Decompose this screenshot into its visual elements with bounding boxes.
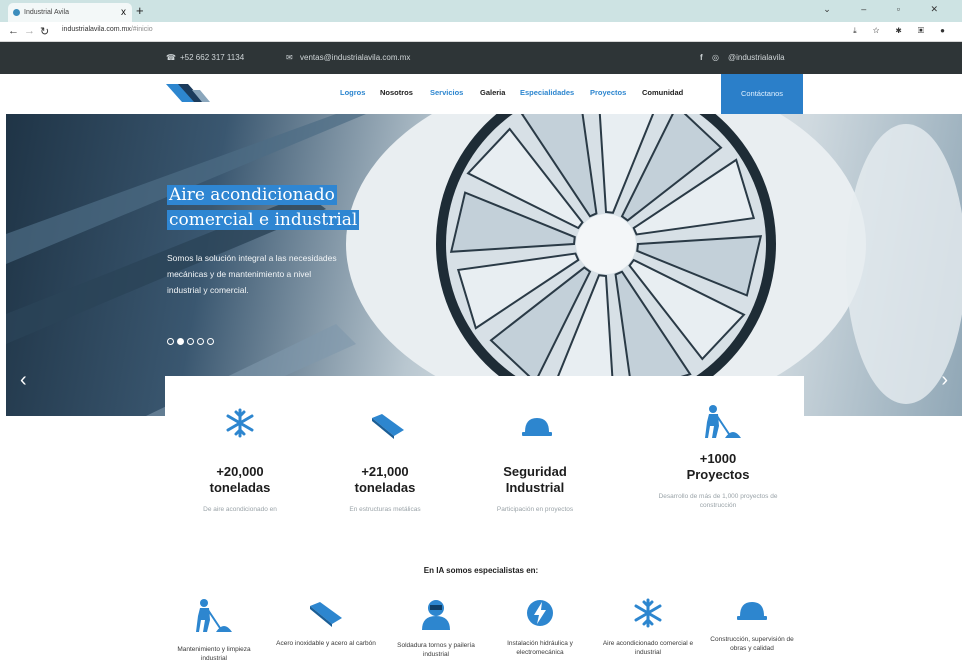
specialty-label: Aire acondicionado comercial e industria… xyxy=(602,640,694,656)
hero-title-line1: Aire acondicionado xyxy=(167,185,337,205)
stat-description: Desarrollo de más de 1,000 proyectos de … xyxy=(658,493,778,509)
reload-icon[interactable]: ↻ xyxy=(40,25,49,38)
specialty-item[interactable]: Construcción, supervisión de obras y cal… xyxy=(702,598,802,653)
fan-illustration xyxy=(6,114,962,416)
url-host: industrialavila.com.mx xyxy=(62,26,131,33)
tab-title: Industrial Avila xyxy=(24,9,70,16)
nav-comunidad[interactable]: Comunidad xyxy=(642,88,683,97)
phone-icon: ☎ xyxy=(166,53,176,62)
nav-nosotros[interactable]: Nosotros xyxy=(380,88,413,97)
contact-topbar: ☎ +52 662 317 1134 ✉ ventas@industrialav… xyxy=(0,42,962,74)
hero-title-line2: comercial e industrial xyxy=(167,210,360,230)
stat-unit: Industrial xyxy=(505,480,565,495)
specialty-label: Instalación hidráulica y electromecánica xyxy=(507,640,573,656)
specialty-item[interactable]: Acero inoxidable y acero al carbón xyxy=(276,598,376,648)
hard-hat-icon xyxy=(702,598,802,629)
url-path: /#inicio xyxy=(130,26,153,33)
nav-logros[interactable]: Logros xyxy=(340,88,365,97)
stat-item: Seguridad Industrial Participación en proy… xyxy=(460,464,610,514)
stat-description: Participación en proyectos xyxy=(496,506,574,513)
stat-item: +20,000 toneladas De aire acondicionado en xyxy=(165,464,315,514)
hero-slider: ‹ › xyxy=(6,114,962,416)
slider-dot[interactable] xyxy=(187,338,194,345)
slider-dot[interactable] xyxy=(167,338,174,345)
hero-title: Aire acondicionado comercial e industria… xyxy=(167,183,360,233)
steel-beam-icon xyxy=(276,598,376,633)
stat-description: En estructuras metálicas xyxy=(349,506,421,513)
slider-dots[interactable] xyxy=(167,332,217,350)
stat-value: Seguridad xyxy=(503,464,567,479)
email-link[interactable]: ventas@industrialavila.com.mx xyxy=(300,53,410,62)
stat-value: +20,000 xyxy=(216,464,264,479)
stat-unit: Proyectos xyxy=(686,467,750,482)
worker-digging-icon xyxy=(164,598,264,639)
back-icon[interactable]: ← xyxy=(8,25,19,37)
slider-dot[interactable] xyxy=(197,338,204,345)
stat-value: +21,000 xyxy=(361,464,409,479)
hard-hat-icon xyxy=(520,414,554,445)
new-tab-button[interactable]: + xyxy=(136,3,144,18)
specialty-label: Acero inoxidable y acero al carbón xyxy=(276,640,376,647)
company-logo[interactable] xyxy=(166,82,212,104)
hero-subtitle: Somos la solución integral a las necesid… xyxy=(167,253,337,295)
stat-item: +21,000 toneladas En estructuras metálicas xyxy=(310,464,460,514)
nav-especialidades[interactable]: Especialidades xyxy=(520,88,574,97)
slider-prev-arrow[interactable]: ‹ xyxy=(20,369,27,392)
stat-description: De aire acondicionado en xyxy=(203,506,277,513)
window-controls[interactable]: ⌄ – ▫ ✕ xyxy=(823,4,952,15)
specialty-item[interactable]: Soldadura tornos y pailería industrial xyxy=(386,598,486,659)
snowflake-icon xyxy=(225,408,255,443)
lightning-icon xyxy=(490,598,590,633)
extension-icons[interactable]: ⤓ ☆ ✱ ▣ ● xyxy=(853,26,952,36)
welder-icon xyxy=(386,598,486,635)
contact-button[interactable]: Contáctanos xyxy=(721,74,803,114)
nav-proyectos[interactable]: Proyectos xyxy=(590,88,626,97)
snowflake-icon xyxy=(598,598,698,633)
specialty-item[interactable]: Mantenimiento y limpieza industrial xyxy=(164,598,264,663)
forward-icon[interactable]: → xyxy=(24,25,35,37)
slider-dot[interactable] xyxy=(177,338,184,345)
social-handle[interactable]: @industrialavila xyxy=(728,53,785,62)
browser-tab[interactable]: Industrial Avila x xyxy=(8,3,132,22)
specialties-title: En IA somos especialistas en: xyxy=(423,566,539,575)
instagram-icon[interactable]: ◎ xyxy=(712,53,719,62)
stat-value: +1000 xyxy=(699,451,737,466)
slider-dot[interactable] xyxy=(207,338,214,345)
browser-tab-strip: Industrial Avila x + ⌄ – ▫ ✕ xyxy=(0,0,962,22)
mail-icon: ✉ xyxy=(286,53,293,62)
url-field[interactable]: industrialavila.com.mx/#inicio xyxy=(62,26,153,33)
specialty-item[interactable]: Instalación hidráulica y electromecánica xyxy=(490,598,590,657)
phone-number[interactable]: +52 662 317 1134 xyxy=(180,53,244,62)
favicon-icon xyxy=(13,9,20,16)
specialty-label: Mantenimiento y limpieza industrial xyxy=(177,646,251,662)
specialty-label: Construcción, supervisión de obras y cal… xyxy=(710,636,794,652)
stat-unit: toneladas xyxy=(209,480,271,495)
tab-close-icon[interactable]: x xyxy=(121,3,126,22)
nav-galeria[interactable]: Galeria xyxy=(480,88,505,97)
slider-next-arrow[interactable]: › xyxy=(941,369,948,392)
nav-servicios[interactable]: Servicios xyxy=(430,88,463,97)
worker-digging-icon xyxy=(703,404,743,445)
steel-beam-icon xyxy=(370,410,406,445)
specialty-label: Soldadura tornos y pailería industrial xyxy=(397,642,475,658)
stat-item: +1000 Proyectos Desarrollo de más de 1,000… xyxy=(643,451,793,510)
facebook-icon[interactable]: f xyxy=(700,53,703,62)
stat-unit: toneladas xyxy=(354,480,416,495)
specialty-item[interactable]: Aire acondicionado comercial e industria… xyxy=(598,598,698,657)
address-bar: ← → ↻ industrialavila.com.mx/#inicio ⤓ ☆… xyxy=(0,22,962,42)
